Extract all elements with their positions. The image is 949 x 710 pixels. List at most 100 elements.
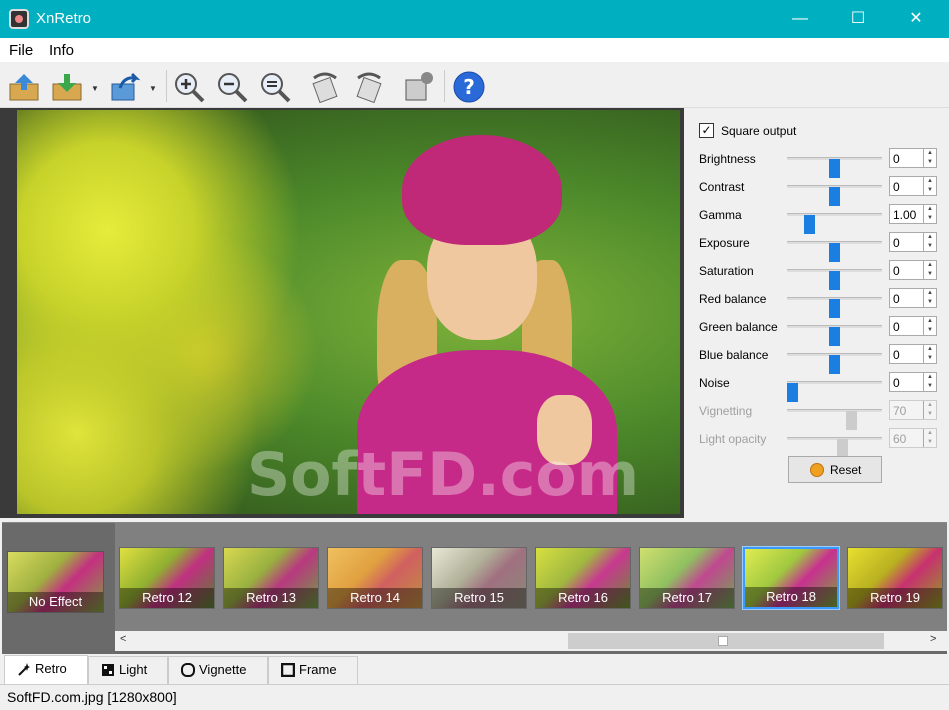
square-output-checkbox[interactable]: ✓ bbox=[699, 123, 714, 138]
red-balance-value: 0 bbox=[893, 292, 900, 306]
effect-label: Retro 13 bbox=[224, 588, 318, 608]
save-dropdown-icon[interactable]: ▼ bbox=[91, 84, 99, 93]
spin-up-icon[interactable]: ▲ bbox=[923, 345, 936, 354]
brightness-value: 0 bbox=[893, 152, 900, 166]
spin-up-icon[interactable]: ▲ bbox=[923, 373, 936, 382]
tab-vignette-label: Vignette bbox=[199, 662, 247, 677]
brightness-slider[interactable] bbox=[787, 157, 882, 178]
no-effect-thumbnail[interactable]: No Effect bbox=[7, 551, 104, 613]
close-button[interactable]: ✕ bbox=[893, 0, 939, 38]
effect-thumbnail[interactable]: Retro 12 bbox=[119, 547, 215, 609]
setting-row: Noise 0 ▲ ▼ bbox=[684, 370, 949, 402]
spin-up-icon[interactable]: ▲ bbox=[923, 317, 936, 326]
brightness-spinbox[interactable]: 0 ▲ ▼ bbox=[889, 148, 937, 168]
red-balance-slider[interactable] bbox=[787, 297, 882, 318]
tab-frame[interactable]: Frame bbox=[268, 656, 358, 684]
noise-value: 0 bbox=[893, 376, 900, 390]
spin-down-icon[interactable]: ▼ bbox=[923, 270, 936, 279]
toolbar: ▼ ▼ ? bbox=[0, 62, 949, 108]
reset-button[interactable]: Reset bbox=[788, 456, 882, 483]
zoom-fit-icon[interactable] bbox=[258, 70, 292, 104]
setting-row: Green balance 0 ▲ ▼ bbox=[684, 314, 949, 346]
setting-row: Contrast 0 ▲ ▼ bbox=[684, 174, 949, 206]
noise-spinbox[interactable]: 0 ▲ ▼ bbox=[889, 372, 937, 392]
zoom-out-icon[interactable] bbox=[215, 70, 249, 104]
scroll-left-icon[interactable]: < bbox=[120, 633, 126, 645]
blue-balance-slider[interactable] bbox=[787, 353, 882, 374]
spin-down-icon[interactable]: ▼ bbox=[923, 158, 936, 167]
spin-down-icon[interactable]: ▼ bbox=[923, 186, 936, 195]
contrast-slider[interactable] bbox=[787, 185, 882, 206]
red-balance-spinbox[interactable]: 0 ▲ ▼ bbox=[889, 288, 937, 308]
image-preview: SoftFD.com bbox=[0, 108, 684, 518]
frame-icon bbox=[281, 663, 295, 677]
contrast-spinbox[interactable]: 0 ▲ ▼ bbox=[889, 176, 937, 196]
spin-up-icon[interactable]: ▲ bbox=[923, 177, 936, 186]
menu-file[interactable]: File bbox=[9, 42, 33, 59]
gamma-slider[interactable] bbox=[787, 213, 882, 234]
rotate-right-icon[interactable] bbox=[352, 70, 386, 104]
save-icon[interactable] bbox=[50, 70, 84, 104]
spin-up-icon[interactable]: ▲ bbox=[923, 233, 936, 242]
effect-thumbnail[interactable]: Retro 19 bbox=[847, 547, 943, 609]
light-opacity-value: 60 bbox=[893, 432, 907, 446]
blue-balance-label: Blue balance bbox=[699, 348, 769, 362]
light-opacity-spinbox: 60 ▲ ▼ bbox=[889, 428, 937, 448]
spin-down-icon[interactable]: ▼ bbox=[923, 298, 936, 307]
setting-row: Saturation 0 ▲ ▼ bbox=[684, 258, 949, 290]
export-dropdown-icon[interactable]: ▼ bbox=[149, 84, 157, 93]
tab-light[interactable]: Light bbox=[88, 656, 168, 684]
setting-row: Brightness 0 ▲ ▼ bbox=[684, 146, 949, 178]
effect-thumbnail[interactable]: Retro 17 bbox=[639, 547, 735, 609]
effects-scrollbar[interactable]: < > bbox=[115, 631, 947, 651]
gamma-label: Gamma bbox=[699, 208, 742, 222]
spin-up-icon[interactable]: ▲ bbox=[923, 289, 936, 298]
effect-thumbnail[interactable]: Retro 18 bbox=[742, 546, 840, 610]
tab-frame-label: Frame bbox=[299, 662, 337, 677]
spin-down-icon[interactable]: ▼ bbox=[923, 354, 936, 363]
setting-row: Gamma 1.00 ▲ ▼ bbox=[684, 202, 949, 234]
rotate-left-icon[interactable] bbox=[308, 70, 342, 104]
spin-down-icon[interactable]: ▼ bbox=[923, 214, 936, 223]
saturation-slider[interactable] bbox=[787, 269, 882, 290]
scroll-right-icon[interactable]: > bbox=[930, 633, 936, 645]
effect-label: Retro 18 bbox=[745, 587, 837, 607]
spin-down-icon[interactable]: ▼ bbox=[923, 242, 936, 251]
red-balance-label: Red balance bbox=[699, 292, 767, 306]
green-balance-slider[interactable] bbox=[787, 325, 882, 346]
minimize-button[interactable]: — bbox=[777, 0, 823, 38]
help-icon[interactable]: ? bbox=[452, 70, 486, 104]
spin-down-icon: ▼ bbox=[923, 410, 936, 419]
square-output-label: Square output bbox=[721, 124, 797, 138]
status-file-info: SoftFD.com.jpg [1280x800] bbox=[7, 689, 177, 705]
spin-down-icon[interactable]: ▼ bbox=[923, 326, 936, 335]
scroll-thumb[interactable] bbox=[568, 633, 884, 649]
maximize-button[interactable]: ☐ bbox=[835, 0, 881, 38]
zoom-in-icon[interactable] bbox=[172, 70, 206, 104]
svg-text:?: ? bbox=[463, 75, 475, 99]
effect-thumbnail[interactable]: Retro 14 bbox=[327, 547, 423, 609]
tab-vignette[interactable]: Vignette bbox=[168, 656, 268, 684]
effect-thumbnail[interactable]: Retro 15 bbox=[431, 547, 527, 609]
gamma-spinbox[interactable]: 1.00 ▲ ▼ bbox=[889, 204, 937, 224]
exposure-value: 0 bbox=[893, 236, 900, 250]
blue-balance-spinbox[interactable]: 0 ▲ ▼ bbox=[889, 344, 937, 364]
open-icon[interactable] bbox=[7, 70, 41, 104]
spin-down-icon[interactable]: ▼ bbox=[923, 382, 936, 391]
effect-thumbnail[interactable]: Retro 16 bbox=[535, 547, 631, 609]
menu-info[interactable]: Info bbox=[49, 42, 74, 59]
exposure-slider[interactable] bbox=[787, 241, 882, 262]
tab-retro[interactable]: Retro bbox=[4, 655, 88, 684]
spin-up-icon[interactable]: ▲ bbox=[923, 261, 936, 270]
noise-label: Noise bbox=[699, 376, 730, 390]
green-balance-spinbox[interactable]: 0 ▲ ▼ bbox=[889, 316, 937, 336]
saturation-spinbox[interactable]: 0 ▲ ▼ bbox=[889, 260, 937, 280]
noise-slider[interactable] bbox=[787, 381, 882, 402]
spin-up-icon[interactable]: ▲ bbox=[923, 205, 936, 214]
export-icon[interactable] bbox=[108, 70, 142, 104]
crop-icon[interactable] bbox=[401, 70, 435, 104]
spin-up-icon: ▲ bbox=[923, 429, 936, 438]
effect-thumbnail[interactable]: Retro 13 bbox=[223, 547, 319, 609]
spin-up-icon[interactable]: ▲ bbox=[923, 149, 936, 158]
exposure-spinbox[interactable]: 0 ▲ ▼ bbox=[889, 232, 937, 252]
